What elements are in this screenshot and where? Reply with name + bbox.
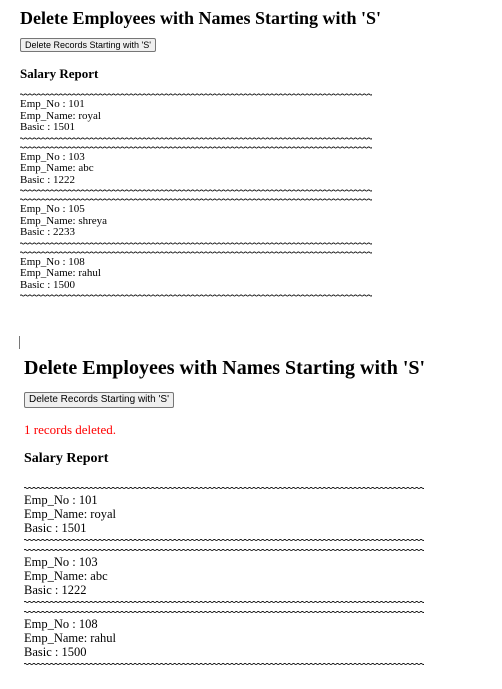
wavy-separator	[24, 597, 424, 607]
status-message: 1 records deleted.	[24, 422, 117, 437]
emp-no: Emp_No : 103	[24, 555, 98, 569]
employee-record: Emp_No : 105 Emp_Name: shreya Basic : 2233	[20, 203, 372, 239]
wavy-separator	[20, 291, 372, 300]
delete-records-button[interactable]: Delete Records Starting with 'S'	[20, 38, 156, 52]
wavy-separator	[24, 535, 424, 545]
wavy-separator	[20, 90, 372, 99]
wavy-separator	[20, 248, 372, 257]
delete-records-button[interactable]: Delete Records Starting with 'S'	[24, 392, 174, 408]
emp-basic: Basic : 1500	[20, 278, 75, 291]
wavy-separator	[24, 483, 424, 493]
page-title: Delete Employees with Names Starting wit…	[20, 8, 381, 28]
emp-basic: Basic : 1501	[24, 521, 87, 535]
emp-name: Emp_Name: rahul	[24, 631, 116, 645]
emp-basic: Basic : 1222	[24, 583, 87, 597]
emp-name: Emp_Name: rahul	[20, 267, 101, 279]
salary-report: Emp_No : 101 Emp_Name: royal Basic : 1501 E…	[20, 90, 372, 300]
emp-no: Emp_No : 105	[20, 203, 85, 215]
report-title: Salary Report	[20, 66, 99, 81]
wavy-separator	[20, 134, 372, 143]
emp-basic: Basic : 1500	[24, 645, 87, 659]
wavy-separator	[20, 195, 372, 204]
employee-record: Emp_No : 101 Emp_Name: royal Basic : 1501	[20, 98, 372, 134]
report-title: Salary Report	[24, 451, 109, 466]
employee-record: Emp_No : 108 Emp_Name: rahul Basic : 1500	[20, 256, 372, 292]
wavy-separator	[24, 607, 424, 617]
wavy-separator	[24, 659, 424, 669]
employee-record: Emp_No : 108 Emp_Name: rahul Basic : 1500	[24, 617, 424, 659]
wavy-separator	[20, 143, 372, 152]
employee-record: Emp_No : 103 Emp_Name: abc Basic : 1222	[24, 555, 424, 597]
wavy-separator	[24, 545, 424, 555]
emp-no: Emp_No : 101	[24, 493, 98, 507]
emp-name: Emp_Name: royal	[24, 507, 116, 521]
salary-report: Emp_No : 101 Emp_Name: royal Basic : 1501 E…	[24, 483, 424, 669]
page-before-delete: Delete Employees with Names Starting wit…	[0, 0, 502, 336]
emp-basic: Basic : 1501	[20, 121, 75, 133]
page-title: Delete Employees with Names Starting wit…	[24, 357, 426, 379]
emp-basic: Basic : 2233	[20, 226, 75, 238]
emp-name: Emp_Name: abc	[24, 569, 108, 583]
wavy-separator	[20, 186, 372, 195]
emp-basic: Basic : 1222	[20, 173, 75, 186]
emp-no: Emp_No : 101	[20, 98, 85, 110]
employee-record: Emp_No : 103 Emp_Name: abc Basic : 1222	[20, 151, 372, 187]
employee-record: Emp_No : 101 Emp_Name: royal Basic : 1501	[24, 493, 424, 535]
emp-name: Emp_Name: abc	[20, 162, 94, 174]
wavy-separator	[20, 239, 372, 248]
emp-no: Emp_No : 108	[24, 617, 98, 631]
page-after-delete: Delete Employees with Names Starting wit…	[0, 338, 502, 689]
